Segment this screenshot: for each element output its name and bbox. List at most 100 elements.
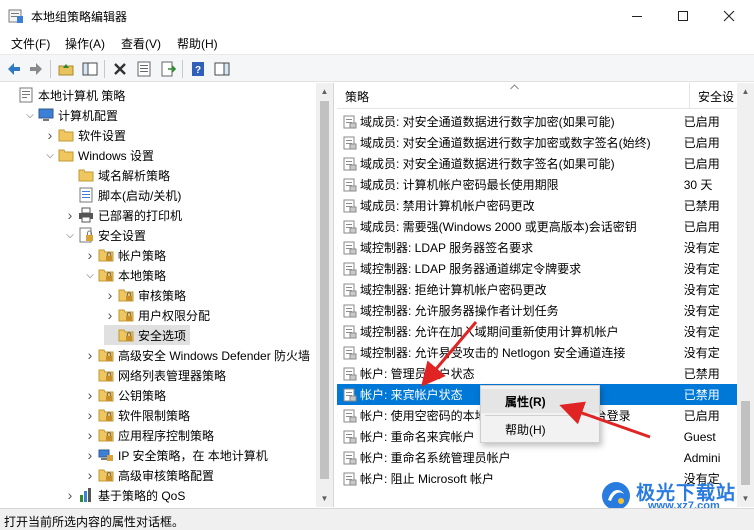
- tree-item[interactable]: 安全选项: [104, 325, 191, 345]
- tree-item[interactable]: › IP 安全策略，在 本地计算机: [84, 445, 272, 465]
- expanded-chevron-icon[interactable]: ⌵: [24, 110, 36, 121]
- back-button[interactable]: [5, 60, 23, 78]
- tree-item[interactable]: › 基于策略的 QoS: [64, 485, 189, 505]
- folder-up-icon: [58, 64, 74, 76]
- context-menu-help[interactable]: 帮助(H): [481, 417, 599, 441]
- close-button[interactable]: [706, 0, 752, 31]
- context-menu-properties[interactable]: 属性(R): [481, 389, 599, 413]
- policy-name: 帐户: 重命名系统管理员帐户: [360, 451, 511, 465]
- svg-text:?: ?: [195, 65, 201, 76]
- policy-name: 域控制器: LDAP 服务器签名要求: [360, 241, 534, 255]
- tree-item[interactable]: ⌵ 安全设置: [64, 225, 150, 245]
- menu-view[interactable]: 查看(V): [121, 35, 161, 52]
- scroll-down-arrow-icon[interactable]: ▼: [316, 490, 333, 507]
- tree-item[interactable]: › 软件设置: [44, 125, 130, 145]
- collapsed-chevron-icon[interactable]: ›: [84, 387, 96, 403]
- tree-item-label: 高级审核策略配置: [118, 468, 215, 483]
- collapsed-chevron-icon[interactable]: ›: [44, 127, 56, 143]
- collapsed-chevron-icon[interactable]: ›: [84, 247, 96, 263]
- collapsed-chevron-icon[interactable]: ›: [84, 347, 96, 363]
- tree-item[interactable]: › 应用程序控制策略: [84, 425, 218, 445]
- policy-setting-icon: [343, 409, 357, 423]
- expanded-chevron-icon[interactable]: ⌵: [64, 230, 76, 241]
- tree-item[interactable]: › 用户权限分配: [104, 305, 214, 325]
- tree-item[interactable]: › 帐户策略: [84, 245, 170, 265]
- tree-item-label: 公钥策略: [118, 388, 167, 403]
- policy-row[interactable]: 域控制器: LDAP 服务器签名要求 没有定: [337, 237, 737, 258]
- tree-item[interactable]: › 审核策略: [104, 285, 190, 305]
- list-scrollbar[interactable]: ▲ ▼: [737, 83, 754, 507]
- policy-row[interactable]: 域成员: 需要强(Windows 2000 或更高版本)会话密钥 已启用: [337, 216, 737, 237]
- lock-folder-icon: [118, 307, 134, 323]
- tree-item[interactable]: ⌵ Windows 设置: [44, 145, 158, 165]
- menu-help[interactable]: 帮助(H): [177, 35, 218, 52]
- collapsed-chevron-icon[interactable]: ›: [84, 447, 96, 463]
- tree-item[interactable]: 域名解析策略: [64, 165, 174, 185]
- collapsed-chevron-icon[interactable]: ›: [64, 487, 76, 503]
- policy-name: 域控制器: 允许易受攻击的 Netlogon 安全通道连接: [360, 346, 626, 360]
- policy-name: 域成员: 需要强(Windows 2000 或更高版本)会话密钥: [360, 220, 637, 234]
- collapsed-chevron-icon[interactable]: ›: [84, 467, 96, 483]
- collapsed-chevron-icon[interactable]: ›: [84, 407, 96, 423]
- policy-row[interactable]: 帐户: 重命名系统管理员帐户 Admini: [337, 447, 737, 468]
- help-button[interactable]: ?: [189, 60, 207, 78]
- delete-button[interactable]: [111, 60, 129, 78]
- collapsed-chevron-icon[interactable]: ›: [84, 427, 96, 443]
- lock-folder-icon: [98, 367, 114, 383]
- collapsed-chevron-icon[interactable]: ›: [64, 207, 76, 223]
- policy-row[interactable]: 域成员: 对安全通道数据进行数字加密或数字签名(始终) 已启用: [337, 132, 737, 153]
- tree-item[interactable]: ⌵ 计算机配置: [24, 105, 122, 125]
- scroll-up-arrow-icon[interactable]: ▲: [737, 83, 754, 100]
- policy-row[interactable]: 域控制器: 允许在加入域期间重新使用计算机帐户 没有定: [337, 321, 737, 342]
- policy-setting-value: Guest: [683, 429, 716, 444]
- tree-scrollbar[interactable]: ▲ ▼: [316, 83, 333, 507]
- lock-folder-icon: [118, 287, 134, 303]
- menu-file[interactable]: 文件(F): [11, 35, 50, 52]
- list-scrollbar-thumb[interactable]: [741, 401, 750, 485]
- expanded-chevron-icon[interactable]: ⌵: [44, 150, 56, 161]
- export-list-button[interactable]: [159, 60, 177, 78]
- tree-scrollbar-thumb[interactable]: [320, 101, 329, 479]
- show-hide-tree-button[interactable]: [81, 60, 99, 78]
- policy-setting-icon: [343, 178, 357, 192]
- toolbar: ?: [0, 54, 754, 82]
- tree-item[interactable]: › 公钥策略: [84, 385, 170, 405]
- policy-row[interactable]: 域成员: 禁用计算机帐户密码更改 已禁用: [337, 195, 737, 216]
- expanded-chevron-icon[interactable]: ⌵: [84, 270, 96, 281]
- tree-item-label: 软件设置: [78, 128, 127, 143]
- minimize-button[interactable]: [614, 0, 660, 31]
- tree-item[interactable]: 本地计算机 策略: [4, 85, 129, 105]
- policy-row[interactable]: 域成员: 对安全通道数据进行数字签名(如果可能) 已启用: [337, 153, 737, 174]
- script-icon: [78, 187, 94, 203]
- up-one-level-button[interactable]: [57, 60, 75, 78]
- tree-item[interactable]: 脚本(启动/关机): [64, 185, 185, 205]
- policy-setting-value: 没有定: [683, 304, 720, 318]
- policy-row[interactable]: 域控制器: 允许服务器操作者计划任务 没有定: [337, 300, 737, 321]
- delete-x-icon: [114, 63, 126, 75]
- forward-button[interactable]: [27, 60, 45, 78]
- tree-item[interactable]: › 已部署的打印机: [64, 205, 186, 225]
- tree-item[interactable]: ⌵ 本地策略: [84, 265, 170, 285]
- policy-row[interactable]: 域控制器: 允许易受攻击的 Netlogon 安全通道连接 没有定: [337, 342, 737, 363]
- status-text: 打开当前所选内容的属性对话框。: [4, 515, 185, 529]
- collapsed-chevron-icon[interactable]: ›: [104, 307, 116, 323]
- tree-item[interactable]: › 软件限制策略: [84, 405, 194, 425]
- tree-item[interactable]: 网络列表管理器策略: [84, 365, 230, 385]
- maximize-button[interactable]: [660, 0, 706, 31]
- tree-item-label: Windows 设置: [78, 148, 155, 163]
- policy-row[interactable]: 域成员: 计算机帐户密码最长使用期限 30 天: [337, 174, 737, 195]
- policy-row[interactable]: 帐户: 管理员帐户状态 已禁用: [337, 363, 737, 384]
- policy-row[interactable]: 域控制器: LDAP 服务器通道绑定令牌要求 没有定: [337, 258, 737, 279]
- scroll-up-arrow-icon[interactable]: ▲: [316, 83, 333, 100]
- collapsed-chevron-icon[interactable]: ›: [104, 287, 116, 303]
- policy-setting-icon: [343, 136, 357, 150]
- policy-setting-value: 已启用: [683, 136, 720, 150]
- folder-icon: [58, 127, 74, 143]
- tree-item[interactable]: › 高级安全 Windows Defender 防火墙: [84, 345, 314, 365]
- show-action-pane-button[interactable]: [213, 60, 231, 78]
- policy-row[interactable]: 域成员: 对安全通道数据进行数字加密(如果可能) 已启用: [337, 111, 737, 132]
- tree-item[interactable]: › 高级审核策略配置: [84, 465, 218, 485]
- menu-action[interactable]: 操作(A): [65, 35, 105, 52]
- properties-button[interactable]: [135, 60, 153, 78]
- policy-row[interactable]: 域控制器: 拒绝计算机帐户密码更改 没有定: [337, 279, 737, 300]
